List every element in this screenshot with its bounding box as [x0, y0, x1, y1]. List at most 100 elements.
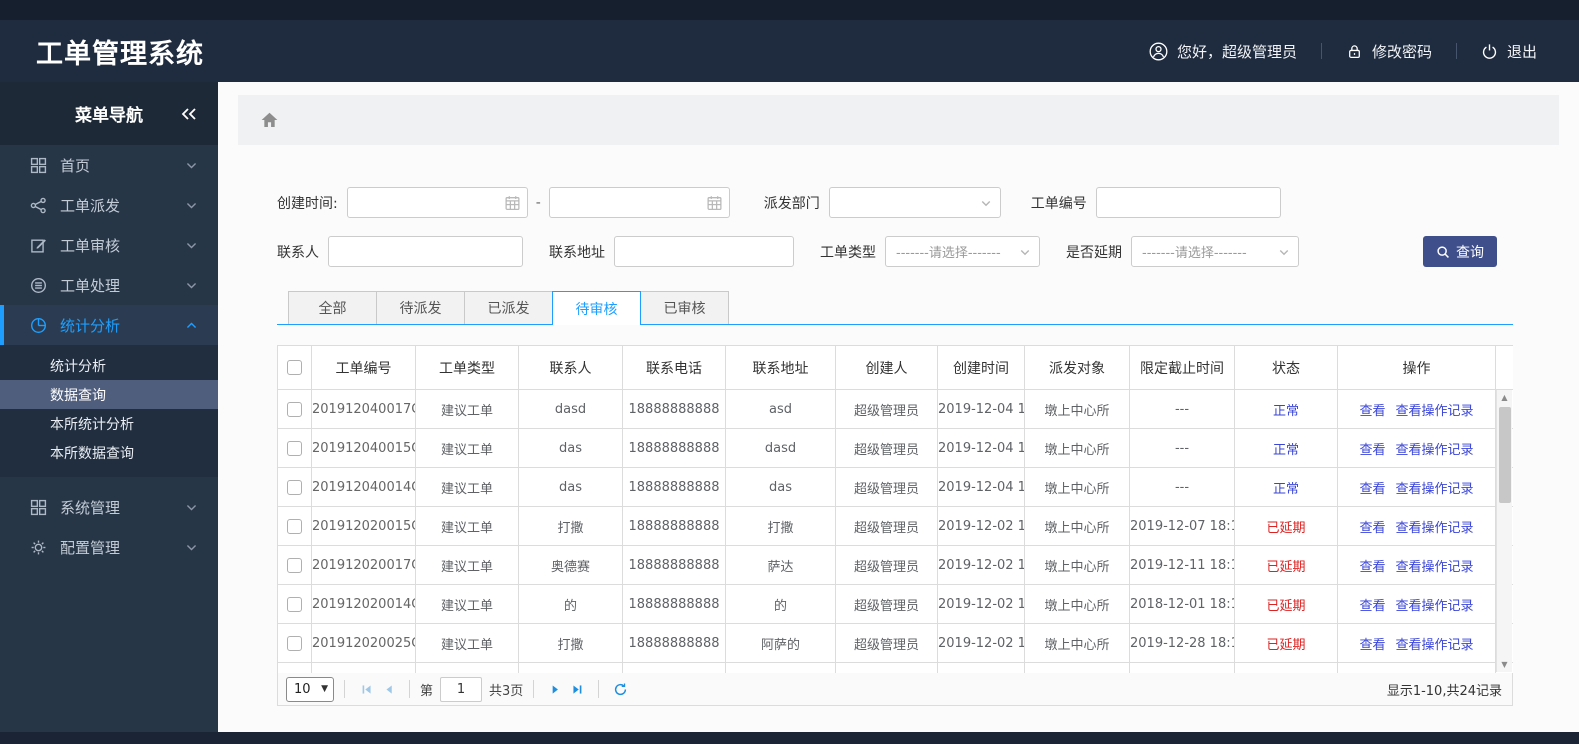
table-row	[277, 662, 1513, 673]
sidebar-item-config[interactable]: 配置管理	[0, 527, 218, 567]
create-time-start-input[interactable]	[346, 187, 528, 218]
cell-contact	[518, 662, 623, 673]
row-checkbox[interactable]	[287, 479, 302, 495]
sidebar-title: 菜单导航	[0, 82, 218, 145]
cell-created-time	[937, 662, 1025, 673]
last-page-button[interactable]	[566, 678, 588, 700]
database-icon	[30, 277, 47, 294]
view-log-link[interactable]: 查看操作记录	[1396, 599, 1474, 614]
cell-operations: 查看 查看操作记录	[1337, 389, 1496, 429]
view-link[interactable]: 查看	[1359, 521, 1385, 536]
chevron-down-icon	[185, 159, 198, 172]
create-time-end-field	[548, 187, 730, 218]
address-input[interactable]	[614, 236, 794, 267]
view-link[interactable]: 查看	[1359, 638, 1385, 653]
sidebar-subitem-office-data-query[interactable]: 本所数据查询	[0, 438, 218, 467]
cell-status	[1234, 662, 1338, 673]
cell-order-type: 建议工单	[415, 623, 519, 663]
sidebar-item-process[interactable]: 工单处理	[0, 265, 218, 305]
scroll-up-icon[interactable]: ▲	[1497, 390, 1513, 405]
cell-order-type	[415, 662, 519, 673]
sidebar-subitem-stats-analysis[interactable]: 统计分析	[0, 351, 218, 380]
sidebar-item-home[interactable]: 首页	[0, 145, 218, 185]
orders-table: 工单编号 工单类型 联系人 联系电话 联系地址 创建人 创建时间 派发对象 限定截止时间 状态 操作…	[277, 345, 1513, 673]
row-checkbox[interactable]	[287, 557, 302, 573]
row-checkbox[interactable]	[287, 635, 302, 651]
view-log-link[interactable]: 查看操作记录	[1396, 443, 1474, 458]
sidebar-subitem-office-stats[interactable]: 本所统计分析	[0, 409, 218, 438]
cell-operations: 查看 查看操作记录	[1337, 506, 1496, 546]
create-time-end-input[interactable]	[548, 187, 730, 218]
page-size-value: 10	[294, 681, 311, 697]
cell-created-time: 2019-12-04 15	[937, 467, 1025, 507]
cell-dispatch-target: 墩上中心所	[1024, 506, 1130, 546]
row-select-cell	[277, 662, 312, 673]
calendar-icon[interactable]	[706, 194, 723, 211]
tab-2[interactable]: 已派发	[464, 291, 553, 324]
cell-creator: 超级管理员	[835, 389, 938, 429]
next-page-button[interactable]	[544, 678, 566, 700]
view-link[interactable]: 查看	[1359, 560, 1385, 575]
order-no-input[interactable]	[1095, 187, 1281, 218]
order-type-select[interactable]: -------请选择-------	[885, 236, 1040, 267]
sidebar-item-dispatch[interactable]: 工单派发	[0, 185, 218, 225]
cell-phone: 18888888888	[622, 584, 726, 624]
search-button[interactable]: 查询	[1423, 236, 1497, 267]
pager-divider	[344, 680, 345, 698]
change-password-button[interactable]: 修改密码	[1346, 41, 1432, 62]
row-checkbox[interactable]	[287, 401, 302, 417]
scroll-down-icon[interactable]: ▼	[1497, 657, 1513, 672]
cell-operations	[1337, 662, 1496, 673]
view-link[interactable]: 查看	[1359, 482, 1385, 497]
first-page-button[interactable]	[355, 678, 377, 700]
cell-address	[725, 662, 836, 673]
search-icon	[1436, 245, 1450, 259]
cell-deadline: 2019-12-28 18:10	[1129, 623, 1235, 663]
table-scrollbar[interactable]: ▲ ▼	[1496, 390, 1512, 672]
view-log-link[interactable]: 查看操作记录	[1396, 521, 1474, 536]
current-page-input[interactable]	[440, 676, 483, 702]
row-checkbox[interactable]	[287, 518, 302, 534]
view-link[interactable]: 查看	[1359, 443, 1385, 458]
user-greeting[interactable]: 您好，超级管理员	[1149, 41, 1297, 62]
scrollbar-track[interactable]	[1497, 405, 1512, 657]
tab-0[interactable]: 全部	[288, 291, 377, 324]
scrollbar-thumb[interactable]	[1499, 407, 1511, 503]
view-log-link[interactable]: 查看操作记录	[1396, 560, 1474, 575]
select-all-checkbox[interactable]	[287, 360, 302, 375]
sidebar-item-system[interactable]: 系统管理	[0, 487, 218, 527]
column-header-10: 操作	[1337, 345, 1496, 390]
sidebar-menu: 首页 工单派发 工单审核 工单处理 统计分析 统计分析 数据查询 本所统计分析 本所数据查询 系统…	[0, 145, 218, 567]
refresh-button[interactable]	[609, 678, 631, 700]
dispatch-dept-select[interactable]	[828, 187, 1001, 218]
tab-1[interactable]: 待派发	[376, 291, 465, 324]
row-checkbox[interactable]	[287, 440, 302, 456]
page: 工单管理系统 您好，超级管理员 修改密码 退出 菜单导航 首页 工单派发 工单审…	[0, 0, 1579, 744]
tab-3[interactable]: 待审核	[552, 291, 641, 325]
view-link[interactable]: 查看	[1359, 599, 1385, 614]
contact-label: 联系人	[277, 244, 319, 261]
view-link[interactable]: 查看	[1359, 404, 1385, 419]
home-icon[interactable]	[260, 111, 279, 129]
tab-4[interactable]: 已审核	[640, 291, 729, 324]
table-row: 201912020015C 建议工单 打撒 18888888888 打撒 超级管理员 201…	[277, 506, 1513, 546]
cell-creator: 超级管理员	[835, 428, 938, 468]
page-footer	[0, 732, 1579, 744]
delay-select[interactable]: -------请选择-------	[1131, 236, 1299, 267]
collapse-sidebar-icon[interactable]	[180, 106, 198, 122]
contact-input[interactable]	[328, 236, 523, 267]
calendar-icon[interactable]	[504, 194, 521, 211]
view-log-link[interactable]: 查看操作记录	[1396, 482, 1474, 497]
sidebar-subitem-data-query[interactable]: 数据查询	[0, 380, 218, 409]
view-log-link[interactable]: 查看操作记录	[1396, 638, 1474, 653]
prev-page-button[interactable]	[377, 678, 399, 700]
sidebar-item-stats[interactable]: 统计分析	[0, 305, 218, 345]
cell-status: 已延期	[1234, 506, 1338, 546]
cell-operations: 查看 查看操作记录	[1337, 623, 1496, 663]
logout-button[interactable]: 退出	[1481, 41, 1537, 62]
cell-operations: 查看 查看操作记录	[1337, 467, 1496, 507]
view-log-link[interactable]: 查看操作记录	[1396, 404, 1474, 419]
page-size-select[interactable]: 10 ▼	[286, 676, 334, 702]
row-checkbox[interactable]	[287, 596, 302, 612]
sidebar-item-review[interactable]: 工单审核	[0, 225, 218, 265]
